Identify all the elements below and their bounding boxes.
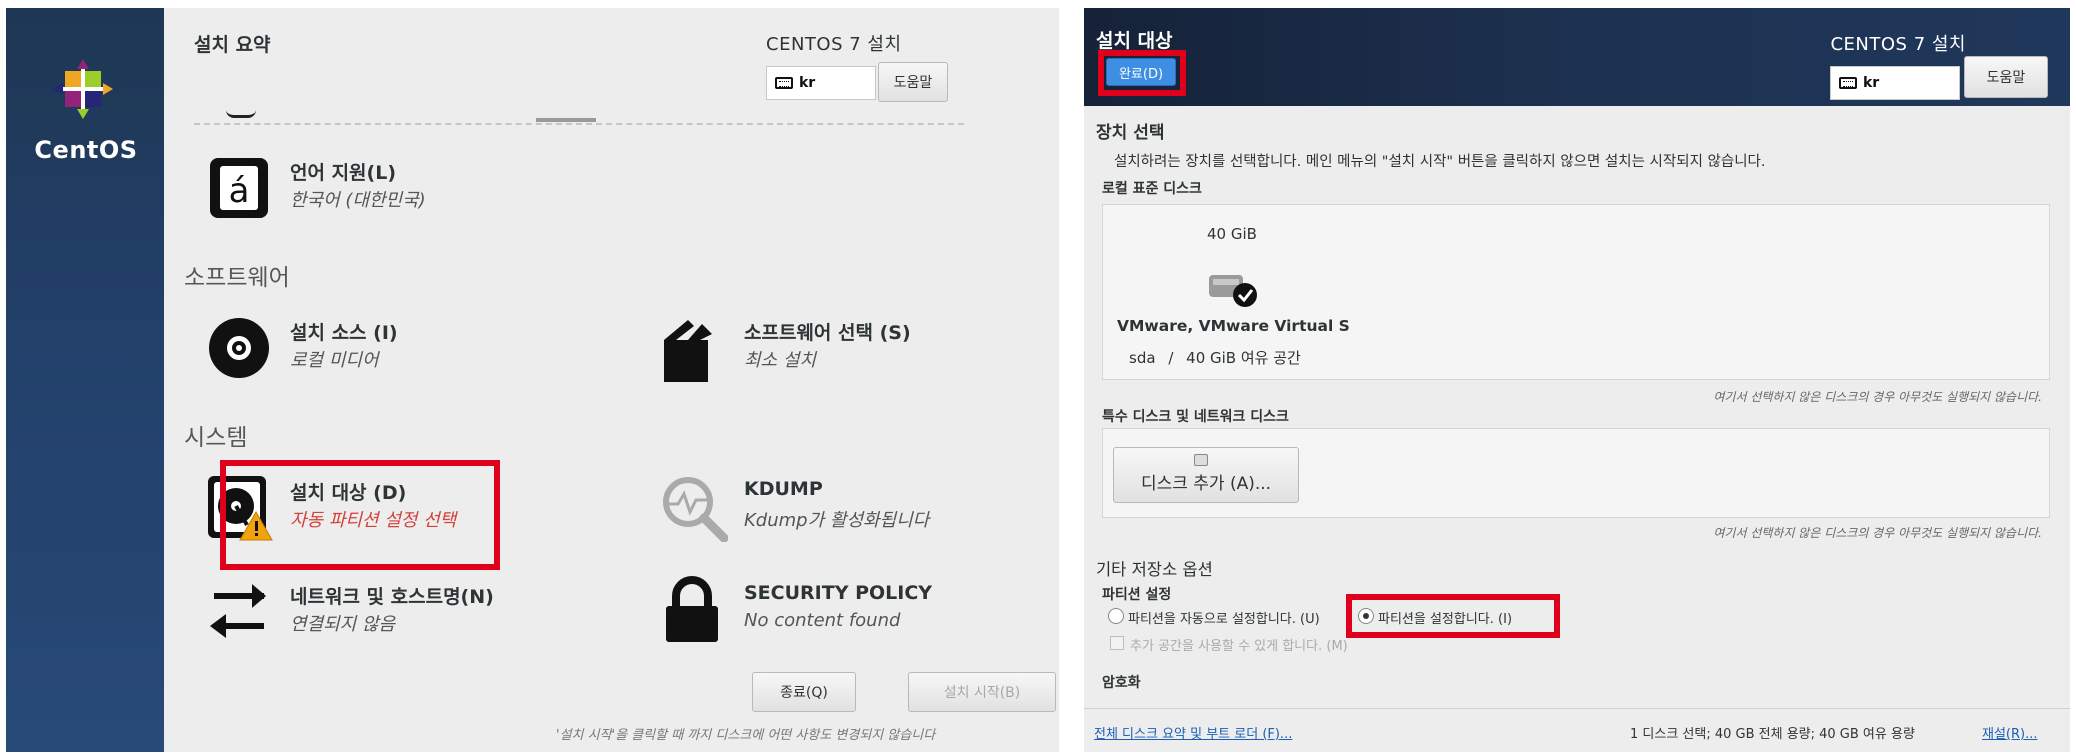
specialized-disks-title: 특수 디스크 및 네트워크 디스크 <box>1102 409 1289 425</box>
section-title-software: 소프트웨어 <box>184 265 290 291</box>
extra-space-label: 추가 공간을 사용할 수 있게 합니다. (M) <box>1130 639 1348 654</box>
spoke-status: Kdump가 활성화됩니다 <box>744 510 930 531</box>
disk-device: sda <box>1129 349 1156 367</box>
sidebar: CentOS <box>6 8 164 752</box>
keyboard-layout-indicator[interactable]: kr <box>1830 66 1960 100</box>
network-arrows-icon <box>210 584 266 638</box>
summary-footnote: '설치 시작'을 클릭할 때 까지 디스크에 어떤 사항도 변경되지 않습니다 <box>556 728 936 743</box>
language-icon: á <box>210 158 268 218</box>
disk-free-space: 40 GiB 여유 공간 <box>1186 349 1301 367</box>
auto-partition-label: 파티션을 자동으로 설정합니다. (U) <box>1128 612 1320 627</box>
disk-info: sda / 40 GiB 여유 공간 <box>1129 347 1301 368</box>
disk-selection-status: 1 디스크 선택; 40 GB 전체 용량; 40 GB 여유 용량 <box>1630 727 1915 742</box>
local-disks-area: 40 GiB VMware, VMware Virtual S sda / 40… <box>1102 204 2050 380</box>
spoke-status: 한국어 (대한민국) <box>290 190 426 211</box>
disk-size: 40 GiB <box>1207 225 1257 243</box>
highlight-box-destination <box>220 460 500 570</box>
local-disks-title: 로컬 표준 디스크 <box>1102 181 1202 197</box>
keyboard-layout-label: kr <box>1863 75 1880 91</box>
device-selection-description: 설치하려는 장치를 선택합니다. 메인 메뉴의 "설치 시작" 버튼을 클릭하지… <box>1114 154 1766 170</box>
disc-icon <box>209 318 269 378</box>
local-disks-note: 여기서 선택하지 않은 디스크의 경우 아무것도 실행되지 않습니다. <box>1713 390 2042 404</box>
help-button[interactable]: 도움말 <box>878 62 948 102</box>
padlock-icon <box>666 576 718 642</box>
spoke-title: 네트워크 및 호스트명(N) <box>290 586 494 608</box>
page-title: 설치 대상 <box>1096 30 1173 52</box>
other-storage-title: 기타 저장소 옵션 <box>1096 560 1213 579</box>
spoke-title: 소프트웨어 선택 (S) <box>744 322 911 344</box>
spoke-language[interactable]: á 언어 지원(L) 한국어 (대한민국) <box>204 152 584 232</box>
clipped-icon <box>226 110 256 118</box>
keyboard-layout-indicator[interactable]: kr <box>766 66 876 100</box>
spoke-status: 최소 설치 <box>744 350 816 371</box>
specialized-disks-note: 여기서 선택하지 않은 디스크의 경우 아무것도 실행되지 않습니다. <box>1713 526 2042 540</box>
spoke-software-selection[interactable]: 소프트웨어 선택 (S) 최소 설치 <box>658 312 1038 392</box>
keyboard-icon <box>775 77 793 89</box>
scroll-divider <box>194 123 964 125</box>
disk-separator: / <box>1168 349 1174 367</box>
add-disk-label: 디스크 추가 (A)... <box>1140 474 1272 494</box>
spoke-status: No content found <box>744 610 901 631</box>
spoke-title: 언어 지원(L) <box>290 162 397 184</box>
keyboard-icon <box>1839 77 1857 89</box>
spoke-installation-source[interactable]: 설치 소스 (I) 로컬 미디어 <box>204 312 584 392</box>
spoke-security-policy[interactable]: SECURITY POLICY No content found <box>658 576 1038 656</box>
spoke-kdump[interactable]: KDUMP Kdump가 활성화됩니다 <box>658 472 1038 552</box>
spoke-title: 설치 소스 (I) <box>290 322 398 344</box>
centos-brand: CentOS <box>34 136 138 164</box>
partitioning-title: 파티션 설정 <box>1102 587 1172 603</box>
hard-disk-selected-icon <box>1209 275 1257 307</box>
spoke-status: 연결되지 않음 <box>290 614 396 635</box>
header-bar: 설치 대상 완료(D) CENTOS 7 설치 kr 도움말 <box>1084 8 2070 106</box>
spoke-title: KDUMP <box>744 478 823 500</box>
spoke-title: SECURITY POLICY <box>744 582 933 604</box>
auto-partition-radio[interactable] <box>1108 608 1124 624</box>
specialized-disks-area: 디스크 추가 (A)... <box>1102 428 2050 518</box>
encryption-title: 암호화 <box>1102 675 1141 691</box>
magnifier-icon <box>663 477 728 542</box>
help-button[interactable]: 도움말 <box>1964 56 2048 98</box>
disk-sda[interactable]: 40 GiB VMware, VMware Virtual S sda / 40… <box>1103 205 1350 377</box>
installation-summary-panel: CentOS 설치 요약 CENTOS 7 설치 kr 도움말 á 언어 지원(… <box>6 8 1059 752</box>
disk-name: VMware, VMware Virtual S <box>1117 317 1350 335</box>
product-title: CENTOS 7 설치 <box>1830 34 1966 55</box>
device-selection-title: 장치 선택 <box>1096 123 1165 143</box>
installation-destination-panel: 설치 대상 완료(D) CENTOS 7 설치 kr 도움말 장치 선택 설치하… <box>1084 8 2070 752</box>
page-title: 설치 요약 <box>194 34 271 56</box>
product-title: CENTOS 7 설치 <box>766 34 902 55</box>
add-disk-button[interactable]: 디스크 추가 (A)... <box>1113 447 1299 503</box>
extra-space-checkbox[interactable] <box>1110 636 1124 650</box>
begin-installation-button[interactable]: 설치 시작(B) <box>908 672 1056 712</box>
section-title-system: 시스템 <box>184 425 248 451</box>
highlight-box-partitioning <box>1346 594 1560 638</box>
summary-content: 설치 요약 CENTOS 7 설치 kr 도움말 á 언어 지원(L) 한국어 … <box>164 8 1059 752</box>
centos-logo-icon <box>53 59 113 119</box>
package-icon <box>664 320 712 382</box>
full-disk-summary-link[interactable]: 전체 디스크 요약 및 부트 로더 (F)... <box>1094 723 1292 742</box>
disk-small-icon <box>1194 454 1208 466</box>
highlight-box-done <box>1098 50 1186 96</box>
spoke-network-hostname[interactable]: 네트워크 및 호스트명(N) 연결되지 않음 <box>204 576 624 656</box>
quit-button[interactable]: 종료(Q) <box>752 672 856 712</box>
spoke-status: 로컬 미디어 <box>290 350 379 371</box>
svg-text:á: á <box>229 171 250 211</box>
keyboard-layout-label: kr <box>799 75 816 91</box>
clipped-icon <box>536 118 596 122</box>
refresh-link[interactable]: 재설(R)... <box>1982 723 2038 742</box>
bottom-bar: 전체 디스크 요약 및 부트 로더 (F)... 1 디스크 선택; 40 GB… <box>1084 708 2070 752</box>
